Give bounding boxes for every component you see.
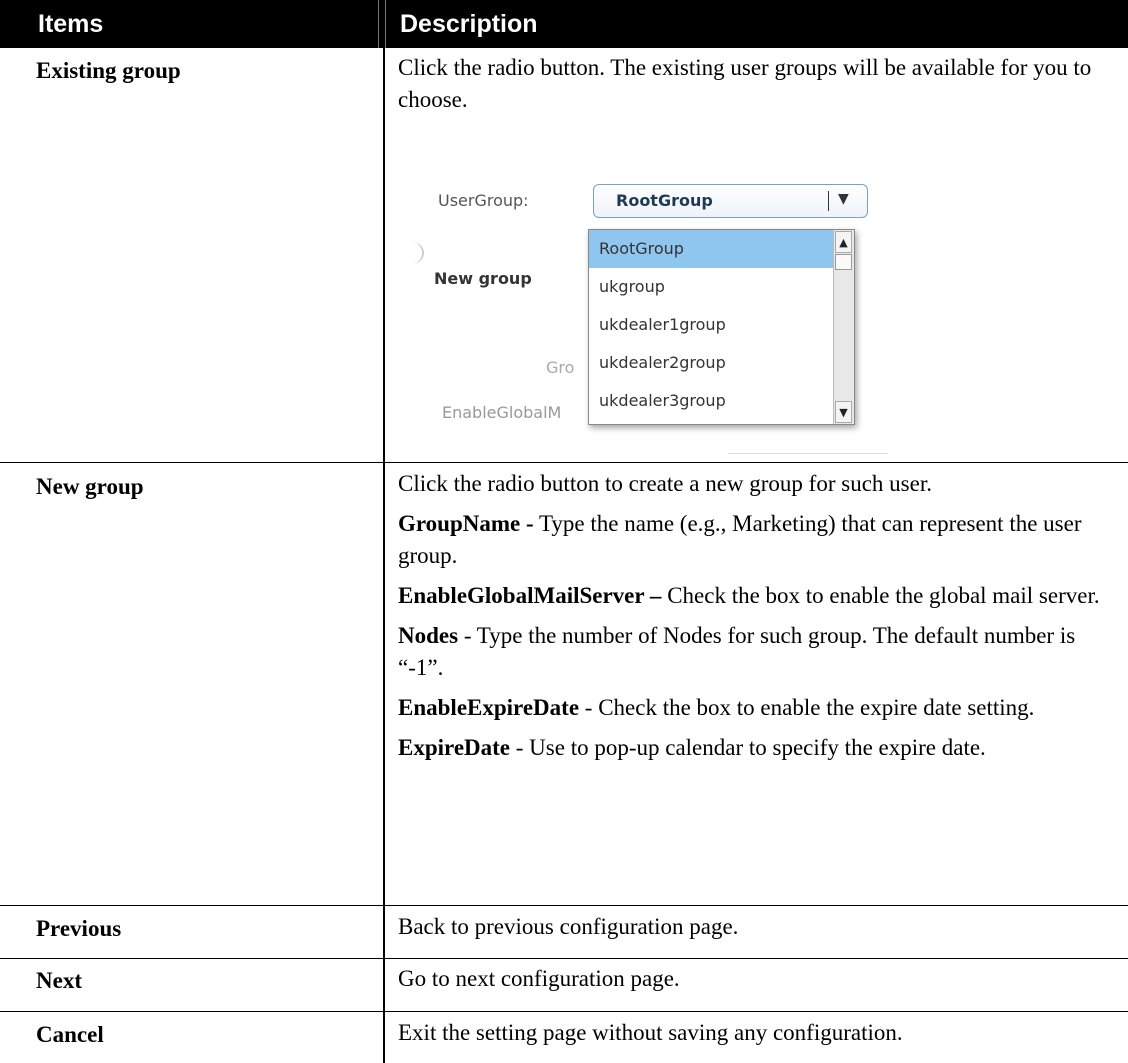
row-divider [0,462,1128,463]
header-description: Description [386,0,1128,48]
faded-field [728,453,888,454]
usergroup-selected-value: RootGroup [616,191,713,210]
desc-new-group-para: Click the radio button to create a new g… [398,471,932,496]
desc-enableexpiredate-para: EnableExpireDate - Check the box to enab… [398,695,1035,720]
chevron-down-icon[interactable]: ▼ [838,191,849,207]
row-divider [0,1011,1128,1012]
column-divider [383,48,385,1063]
usergroup-label: UserGroup: [438,191,529,210]
group-name-label-partial: Gro [546,358,575,377]
desc-groupname-para: GroupName - Type the name (e.g., Marketi… [398,511,1082,568]
row-divider [0,958,1128,959]
enable-global-mail-label-partial: EnableGlobalM [442,403,562,422]
new-group-radio[interactable] [400,242,424,264]
combo-separator [828,191,829,211]
desc-previous: Back to previous configuration page. [398,914,739,939]
item-new-group: New group [36,474,144,499]
scroll-down-icon[interactable]: ▼ [835,401,852,423]
desc-enableglobalmail-para: EnableGlobalMailServer – Check the box t… [398,583,1100,608]
usergroup-dropdown-list: RootGroup ukgroup ukdealer1group ukdeale… [588,229,855,425]
usergroup-screenshot: UserGroup: RootGroup ▼ New group Gro Ena… [398,170,1124,460]
item-previous: Previous [36,916,122,941]
usergroup-select[interactable]: RootGroup ▼ [593,184,868,218]
header-items: Items [0,0,378,48]
desc-cancel: Exit the setting page without saving any… [398,1020,903,1045]
option-ukdealer2group[interactable]: ukdealer2group [589,344,836,382]
item-existing-group: Existing group [36,58,181,83]
desc-nodes-para: Nodes - Type the number of Nodes for suc… [398,623,1076,680]
option-ukdealer1group[interactable]: ukdealer1group [589,306,836,344]
item-next: Next [36,968,82,993]
item-cancel: Cancel [36,1022,104,1047]
option-ukdealer3group[interactable]: ukdealer3group [589,382,836,420]
desc-expiredate-para: ExpireDate - Use to pop-up calendar to s… [398,735,986,760]
desc-next: Go to next configuration page. [398,966,680,991]
desc-existing-group: Click the radio button. The existing use… [398,55,1092,112]
row-divider [0,905,1128,906]
scroll-thumb[interactable] [835,254,852,270]
scroll-up-icon[interactable]: ▲ [835,231,852,253]
option-rootgroup[interactable]: RootGroup [589,230,836,268]
dropdown-scrollbar[interactable]: ▲ ▼ [833,230,854,424]
new-group-label: New group [434,269,532,288]
option-ukgroup[interactable]: ukgroup [589,268,836,306]
header-divider [378,0,386,48]
desc-new-group: Click the radio button to create a new g… [398,468,1118,772]
items-description-table: Items Description Existing group Click t… [0,0,1128,1063]
